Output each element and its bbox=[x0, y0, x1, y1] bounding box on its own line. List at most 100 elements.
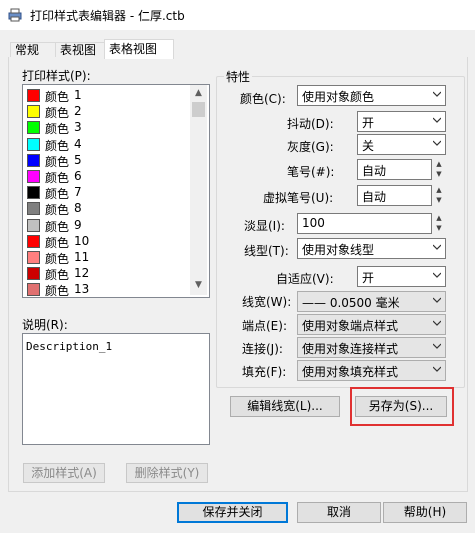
lineweight-value: —— 0.0500 毫米 bbox=[302, 296, 400, 310]
list-item[interactable]: 颜色 11 bbox=[23, 249, 191, 266]
adaptive-label: 自适应(V): bbox=[276, 272, 334, 286]
chevron-down-icon bbox=[433, 117, 441, 123]
grayscale-select[interactable]: 关 bbox=[357, 134, 446, 155]
pen-label: 笔号(#): bbox=[287, 165, 335, 179]
list-item[interactable]: 颜色 5 bbox=[23, 152, 191, 169]
fill-select[interactable]: 使用对象填充样式 bbox=[297, 360, 446, 381]
list-item-number: 9 bbox=[74, 217, 82, 232]
dither-select[interactable]: 开 bbox=[357, 111, 446, 132]
chevron-down-icon bbox=[433, 91, 441, 97]
chevron-down-icon bbox=[433, 297, 441, 303]
adaptive-select[interactable]: 开 bbox=[357, 266, 446, 287]
list-item-number: 8 bbox=[74, 201, 82, 216]
screening-field[interactable]: 100 bbox=[297, 213, 432, 234]
chevron-down-icon bbox=[433, 366, 441, 372]
tab-general[interactable]: 常规 bbox=[10, 42, 56, 58]
delete-style-button[interactable]: 删除样式(Y) bbox=[126, 463, 208, 483]
color-swatch bbox=[27, 283, 40, 297]
pen-spinner[interactable]: ▲ ▼ bbox=[433, 159, 445, 180]
list-item[interactable]: 颜色 6 bbox=[23, 168, 191, 185]
list-item[interactable]: 颜色 3 bbox=[23, 119, 191, 136]
list-item-number: 11 bbox=[74, 250, 90, 264]
description-label: 说明(R): bbox=[22, 318, 68, 332]
list-item[interactable]: 颜色 4 bbox=[23, 136, 191, 153]
line-end-label: 端点(E): bbox=[242, 319, 287, 333]
list-item-number: 5 bbox=[74, 152, 82, 167]
adaptive-value: 开 bbox=[362, 271, 375, 285]
virtual-pen-value: 自动 bbox=[362, 190, 387, 204]
chevron-down-icon bbox=[433, 244, 441, 250]
list-item[interactable]: 颜色 1 bbox=[23, 87, 191, 104]
color-swatch bbox=[27, 186, 40, 200]
printer-style-icon bbox=[8, 8, 22, 22]
virtual-pen-label: 虚拟笔号(U): bbox=[263, 191, 334, 205]
list-item[interactable]: 颜色 7 bbox=[23, 184, 191, 201]
tab-form-view[interactable]: 表格视图 bbox=[104, 39, 174, 59]
save-close-button[interactable]: 保存并关闭 bbox=[177, 502, 288, 523]
grayscale-label: 灰度(G): bbox=[287, 140, 334, 154]
chevron-down-icon bbox=[433, 272, 441, 278]
save-as-highlight bbox=[350, 387, 454, 426]
color-swatch bbox=[27, 105, 40, 119]
list-item[interactable]: 颜色 2 bbox=[23, 103, 191, 120]
description-field[interactable]: Description_1 bbox=[22, 333, 210, 445]
tab-general-label: 常规 bbox=[15, 43, 40, 57]
color-swatch bbox=[27, 121, 40, 135]
color-value: 使用对象颜色 bbox=[302, 90, 375, 104]
scroll-thumb[interactable] bbox=[192, 102, 205, 117]
edit-lineweight-button[interactable]: 编辑线宽(L)... bbox=[230, 396, 340, 417]
line-join-value: 使用对象连接样式 bbox=[302, 342, 399, 356]
tab-table-view-label: 表视图 bbox=[60, 43, 97, 57]
help-button[interactable]: 帮助(H) bbox=[383, 502, 467, 523]
title-bar: 打印样式表编辑器 - 仁厚.ctb bbox=[0, 0, 475, 30]
list-item-number: 4 bbox=[74, 136, 82, 151]
line-join-select[interactable]: 使用对象连接样式 bbox=[297, 337, 446, 358]
list-item[interactable]: 颜色 13 bbox=[23, 281, 191, 297]
properties-title: 特性 bbox=[224, 68, 253, 85]
color-swatch bbox=[27, 202, 40, 216]
scroll-up-icon[interactable]: ▲ bbox=[190, 87, 207, 99]
color-swatch bbox=[27, 137, 40, 151]
list-item[interactable]: 颜色 8 bbox=[23, 200, 191, 217]
line-join-label: 连接(J): bbox=[242, 342, 283, 356]
screening-spinner[interactable]: ▲ ▼ bbox=[433, 213, 445, 234]
description-value: Description_1 bbox=[26, 340, 113, 353]
tab-form-view-label: 表格视图 bbox=[109, 42, 158, 56]
line-end-value: 使用对象端点样式 bbox=[302, 319, 399, 333]
add-style-button[interactable]: 添加样式(A) bbox=[23, 463, 105, 483]
linetype-value: 使用对象线型 bbox=[302, 243, 375, 257]
styles-listbox[interactable]: 颜色 1 颜色 2 颜色 3 颜色 4 颜色 5 颜色 6 颜色 7 颜色 8 颜色 9 颜色 10 颜色 11 颜色 12 颜… bbox=[22, 84, 210, 298]
lineweight-select[interactable]: —— 0.0500 毫米 bbox=[297, 291, 446, 312]
color-swatch bbox=[27, 251, 40, 264]
linetype-select[interactable]: 使用对象线型 bbox=[297, 238, 446, 259]
color-label: 颜色(C): bbox=[240, 92, 286, 106]
virtual-pen-spinner[interactable]: ▲ ▼ bbox=[433, 185, 445, 206]
scroll-down-icon[interactable]: ▼ bbox=[190, 279, 207, 291]
lineweight-label: 线宽(W): bbox=[242, 295, 292, 309]
cancel-button[interactable]: 取消 bbox=[297, 502, 381, 523]
list-item[interactable]: 颜色 12 bbox=[23, 265, 191, 282]
chevron-down-icon bbox=[433, 140, 441, 146]
line-end-select[interactable]: 使用对象端点样式 bbox=[297, 314, 446, 335]
dither-label: 抖动(D): bbox=[287, 117, 334, 131]
list-item-number: 3 bbox=[74, 120, 82, 135]
pen-value: 自动 bbox=[362, 164, 387, 178]
chevron-down-icon bbox=[433, 343, 441, 349]
list-item-name: 颜色 bbox=[45, 284, 70, 298]
screening-value: 100 bbox=[302, 216, 325, 230]
list-item-number: 13 bbox=[74, 282, 90, 297]
color-swatch bbox=[27, 153, 40, 167]
virtual-pen-field[interactable]: 自动 bbox=[357, 185, 432, 206]
chevron-down-icon bbox=[433, 320, 441, 326]
color-swatch bbox=[27, 89, 40, 102]
pen-field[interactable]: 自动 bbox=[357, 159, 432, 180]
list-item-number: 1 bbox=[74, 88, 82, 102]
list-item-number: 10 bbox=[74, 233, 90, 248]
fill-value: 使用对象填充样式 bbox=[302, 365, 399, 379]
color-select[interactable]: 使用对象颜色 bbox=[297, 85, 446, 106]
tab-table-view[interactable]: 表视图 bbox=[55, 42, 111, 58]
list-item[interactable]: 颜色 9 bbox=[23, 217, 191, 234]
styles-label: 打印样式(P): bbox=[22, 69, 91, 83]
color-swatch bbox=[27, 267, 40, 281]
list-item[interactable]: 颜色 10 bbox=[23, 233, 191, 250]
